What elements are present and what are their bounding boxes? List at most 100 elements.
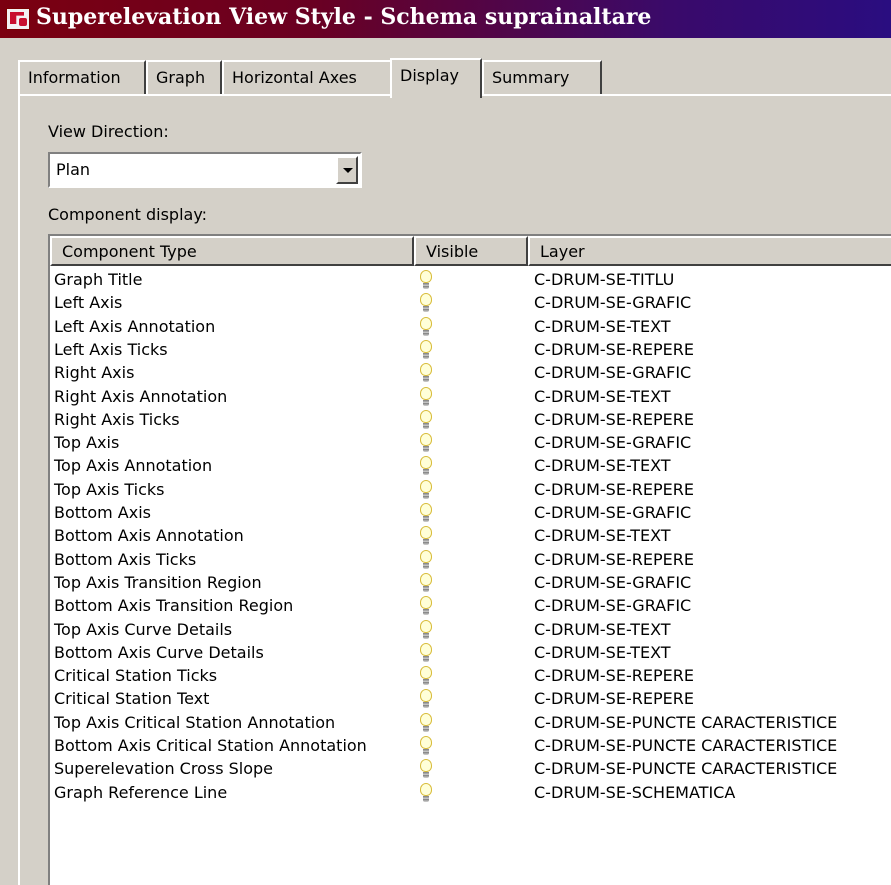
tab-information[interactable]: Information: [18, 60, 146, 94]
layer-cell[interactable]: C-DRUM-SE-REPERE: [534, 549, 694, 571]
table-row[interactable]: Graph Title C-DRUM-SE-TITLU: [50, 268, 891, 291]
lightbulb-on-icon[interactable]: [418, 594, 434, 617]
table-row[interactable]: Left Axis Ticks C-DRUM-SE-REPERE: [50, 338, 891, 361]
lightbulb-on-icon[interactable]: [418, 291, 434, 314]
layer-cell[interactable]: C-DRUM-SE-REPERE: [534, 409, 694, 431]
lightbulb-on-icon[interactable]: [418, 454, 434, 477]
table-row[interactable]: Bottom Axis C-DRUM-SE-GRAFIC: [50, 501, 891, 524]
chevron-down-icon[interactable]: [336, 156, 358, 184]
layer-cell[interactable]: C-DRUM-SE-GRAFIC: [534, 502, 691, 524]
lightbulb-on-icon[interactable]: [418, 781, 434, 804]
lightbulb-on-icon[interactable]: [418, 734, 434, 757]
lightbulb-on-icon[interactable]: [418, 641, 434, 664]
layer-cell[interactable]: C-DRUM-SE-REPERE: [534, 339, 694, 361]
column-header-layer[interactable]: Layer: [528, 236, 891, 266]
lightbulb-on-icon[interactable]: [418, 501, 434, 524]
table-row[interactable]: Bottom Axis Ticks C-DRUM-SE-REPERE: [50, 548, 891, 571]
tab-summary[interactable]: Summary: [482, 60, 602, 94]
layer-cell[interactable]: C-DRUM-SE-SCHEMATICA: [534, 782, 735, 804]
table-row[interactable]: Right Axis Ticks C-DRUM-SE-REPERE: [50, 408, 891, 431]
layer-cell[interactable]: C-DRUM-SE-TEXT: [534, 619, 671, 641]
component-type-cell: Critical Station Ticks: [54, 666, 218, 686]
layer-cell[interactable]: C-DRUM-SE-TITLU: [534, 269, 674, 291]
table-row[interactable]: Top Axis C-DRUM-SE-GRAFIC: [50, 431, 891, 454]
component-type-cell: Left Axis: [54, 293, 123, 313]
lightbulb-on-icon[interactable]: [418, 618, 434, 641]
lightbulb-on-icon[interactable]: [418, 478, 434, 501]
lightbulb-on-icon[interactable]: [418, 315, 434, 338]
tab-strip: Information Graph Horizontal Axes Displa…: [18, 58, 891, 98]
component-type-cell: Bottom Axis Transition Region: [54, 596, 294, 616]
tab-display[interactable]: Display: [390, 58, 482, 98]
component-type-cell: Right Axis Ticks: [54, 409, 180, 429]
component-type-cell: Graph Reference Line: [54, 782, 228, 802]
window-title: Superelevation View Style - Schema supra…: [36, 4, 652, 30]
table-row[interactable]: Right Axis Annotation C-DRUM-SE-TEXT: [50, 385, 891, 408]
table-row[interactable]: Critical Station Text C-DRUM-SE-REPERE: [50, 687, 891, 710]
table-row[interactable]: Left Axis Annotation C-DRUM-SE-TEXT: [50, 315, 891, 338]
tab-horizontal-axes[interactable]: Horizontal Axes: [222, 60, 408, 94]
component-display-list[interactable]: Component Type Visible Layer Graph Title…: [48, 234, 891, 885]
layer-cell[interactable]: C-DRUM-SE-GRAFIC: [534, 362, 691, 384]
table-row[interactable]: Graph Reference Line C-DRUM-SE-SCHEMATICA: [50, 781, 891, 804]
component-type-cell: Top Axis Critical Station Annotation: [54, 712, 336, 732]
table-row[interactable]: Top Axis Ticks C-DRUM-SE-REPERE: [50, 478, 891, 501]
table-row[interactable]: Top Axis Critical Station Annotation C-DR…: [50, 711, 891, 734]
component-type-cell: Top Axis Transition Region: [54, 572, 262, 592]
table-row[interactable]: Bottom Axis Transition Region C-DRUM-SE-G…: [50, 594, 891, 617]
lightbulb-on-icon[interactable]: [418, 711, 434, 734]
layer-cell[interactable]: C-DRUM-SE-TEXT: [534, 455, 671, 477]
tab-graph[interactable]: Graph: [146, 60, 222, 94]
component-type-cell: Top Axis Ticks: [54, 479, 165, 499]
column-header-component-type[interactable]: Component Type: [50, 236, 414, 266]
layer-cell[interactable]: C-DRUM-SE-TEXT: [534, 386, 671, 408]
table-row[interactable]: Bottom Axis Curve Details C-DRUM-SE-TEXT: [50, 641, 891, 664]
component-type-cell: Bottom Axis Ticks: [54, 549, 197, 569]
table-row[interactable]: Top Axis Annotation C-DRUM-SE-TEXT: [50, 454, 891, 477]
layer-cell[interactable]: C-DRUM-SE-GRAFIC: [534, 595, 691, 617]
lightbulb-on-icon[interactable]: [418, 268, 434, 291]
component-type-cell: Top Axis: [54, 433, 120, 453]
layer-cell[interactable]: C-DRUM-SE-TEXT: [534, 642, 671, 664]
component-type-cell: Bottom Axis Curve Details: [54, 642, 264, 662]
lightbulb-on-icon[interactable]: [418, 338, 434, 361]
app-icon[interactable]: [6, 8, 30, 30]
table-row[interactable]: Top Axis Transition Region C-DRUM-SE-GRAF…: [50, 571, 891, 594]
layer-cell[interactable]: C-DRUM-SE-REPERE: [534, 479, 694, 501]
column-header-visible[interactable]: Visible: [414, 236, 528, 266]
table-row[interactable]: Left Axis C-DRUM-SE-GRAFIC: [50, 291, 891, 314]
view-direction-dropdown[interactable]: Plan: [48, 152, 362, 188]
table-row[interactable]: Bottom Axis Annotation C-DRUM-SE-TEXT: [50, 524, 891, 547]
layer-cell[interactable]: C-DRUM-SE-GRAFIC: [534, 572, 691, 594]
component-type-cell: Left Axis Ticks: [54, 339, 168, 359]
table-row[interactable]: Right Axis C-DRUM-SE-GRAFIC: [50, 361, 891, 384]
lightbulb-on-icon[interactable]: [418, 408, 434, 431]
view-direction-value: Plan: [56, 160, 91, 179]
table-row[interactable]: Critical Station Ticks C-DRUM-SE-REPERE: [50, 664, 891, 687]
title-bar[interactable]: Superelevation View Style - Schema supra…: [0, 0, 891, 38]
lightbulb-on-icon[interactable]: [418, 385, 434, 408]
component-type-cell: Top Axis Annotation: [54, 456, 213, 476]
table-row[interactable]: Bottom Axis Critical Station Annotation C…: [50, 734, 891, 757]
layer-cell[interactable]: C-DRUM-SE-TEXT: [534, 316, 671, 338]
layer-cell[interactable]: C-DRUM-SE-TEXT: [534, 525, 671, 547]
lightbulb-on-icon[interactable]: [418, 687, 434, 710]
lightbulb-on-icon[interactable]: [418, 757, 434, 780]
lightbulb-on-icon[interactable]: [418, 571, 434, 594]
table-row[interactable]: Superelevation Cross Slope C-DRUM-SE-PUNC…: [50, 757, 891, 780]
lightbulb-on-icon[interactable]: [418, 524, 434, 547]
layer-cell[interactable]: C-DRUM-SE-PUNCTE CARACTERISTICE: [534, 758, 837, 780]
component-type-cell: Bottom Axis Annotation: [54, 526, 244, 546]
layer-cell[interactable]: C-DRUM-SE-GRAFIC: [534, 292, 691, 314]
lightbulb-on-icon[interactable]: [418, 361, 434, 384]
layer-cell[interactable]: C-DRUM-SE-REPERE: [534, 665, 694, 687]
lightbulb-on-icon[interactable]: [418, 664, 434, 687]
lightbulb-on-icon[interactable]: [418, 431, 434, 454]
layer-cell[interactable]: C-DRUM-SE-GRAFIC: [534, 432, 691, 454]
lightbulb-on-icon[interactable]: [418, 548, 434, 571]
component-type-cell: Top Axis Curve Details: [54, 619, 233, 639]
layer-cell[interactable]: C-DRUM-SE-PUNCTE CARACTERISTICE: [534, 712, 837, 734]
layer-cell[interactable]: C-DRUM-SE-PUNCTE CARACTERISTICE: [534, 735, 837, 757]
layer-cell[interactable]: C-DRUM-SE-REPERE: [534, 688, 694, 710]
table-row[interactable]: Top Axis Curve Details C-DRUM-SE-TEXT: [50, 618, 891, 641]
